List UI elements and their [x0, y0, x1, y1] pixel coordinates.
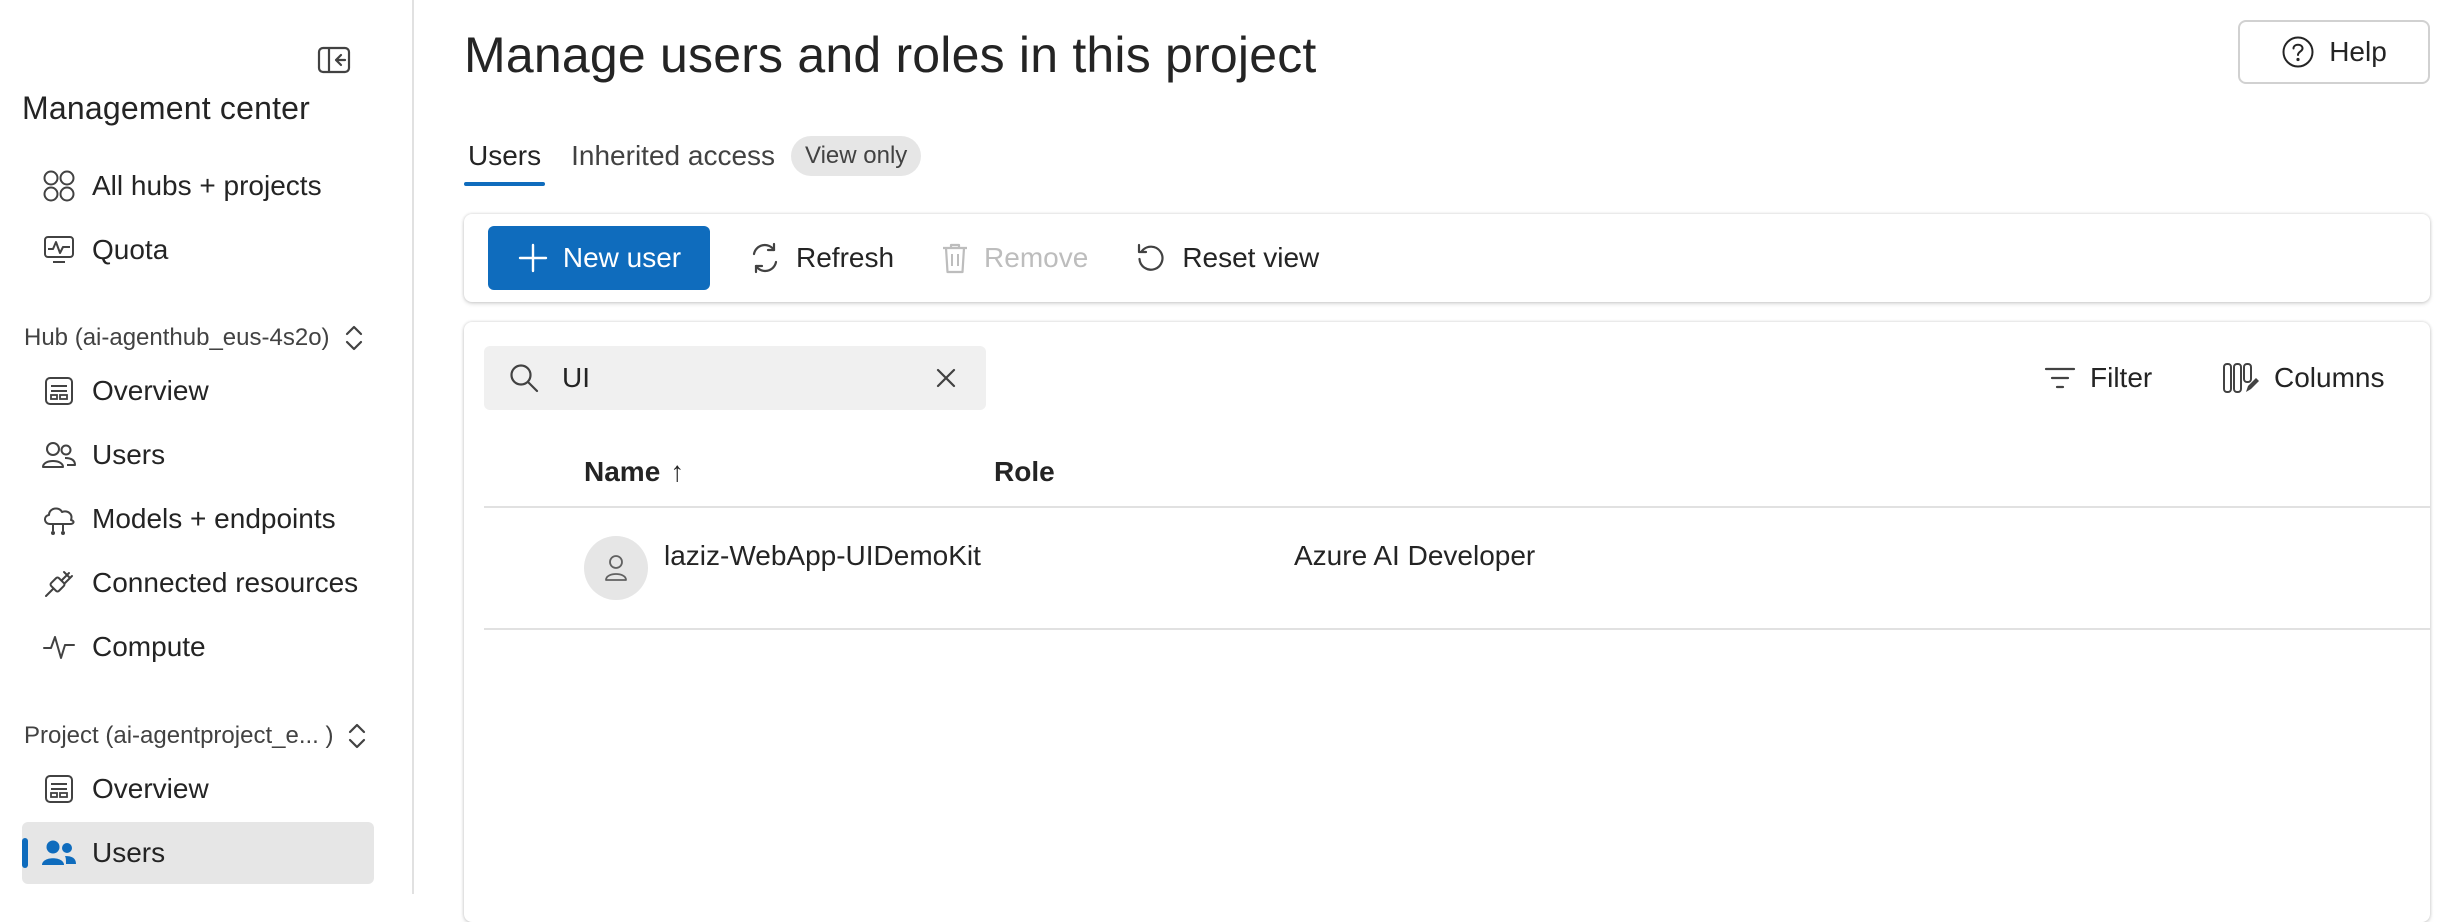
- sidebar-item-label: Overview: [92, 773, 209, 804]
- sidebar-item-all-hubs-projects[interactable]: All hubs + projects: [22, 155, 374, 217]
- collapse-panel-icon: [317, 46, 351, 74]
- tab-label: Inherited access: [571, 140, 776, 171]
- search-icon: [508, 361, 542, 395]
- filter-label: Filter: [2090, 362, 2153, 393]
- column-label: Role: [994, 456, 1055, 487]
- pulse-icon: [40, 628, 78, 666]
- filter-icon: [2044, 367, 2076, 389]
- tab-users[interactable]: Users: [464, 130, 546, 186]
- question-circle-icon: [2282, 36, 2314, 68]
- column-header-role[interactable]: Role: [994, 456, 1055, 488]
- sidebar-item-label: Quota: [92, 234, 169, 265]
- column-label: Name: [584, 456, 661, 487]
- page-title: Manage users and roles in this project: [464, 27, 1317, 83]
- project-section-title: Project (ai-agentproject_e... ): [24, 722, 334, 749]
- filter-button[interactable]: Filter: [2044, 352, 2152, 404]
- tab-inherited-access[interactable]: Inherited access View only: [567, 130, 925, 182]
- sidebar-title: Management center: [22, 90, 311, 126]
- column-header-name[interactable]: Name ↑: [584, 456, 684, 488]
- users-icon: [40, 834, 78, 872]
- plug-icon: [40, 564, 78, 602]
- remove-button[interactable]: Remove: [932, 226, 1096, 290]
- chevron-up-down-icon: [342, 322, 366, 354]
- sidebar-item-label: All hubs + projects: [92, 170, 322, 201]
- table-row[interactable]: laziz-WebApp-UIDemoKit Azure AI Develope…: [484, 510, 2430, 630]
- hub-section-title: Hub (ai-agenthub_eus-4s2o): [24, 324, 330, 351]
- sidebar-item-label: Users: [92, 837, 166, 868]
- tab-label: Users: [468, 140, 542, 171]
- columns-button[interactable]: Columns: [2222, 352, 2384, 404]
- person-icon: [605, 555, 627, 581]
- table-header: Name ↑ Role: [484, 438, 2430, 508]
- sidebar: Management center All hubs + projects Qu…: [0, 0, 414, 894]
- sidebar-item-hub-overview[interactable]: Overview: [22, 360, 374, 422]
- remove-label: Remove: [984, 242, 1089, 273]
- help-label: Help: [2329, 36, 2387, 67]
- help-button[interactable]: Help: [2238, 20, 2430, 84]
- search-input[interactable]: UI: [562, 362, 926, 394]
- sidebar-item-connected-resources[interactable]: Connected resources: [22, 552, 374, 614]
- sidebar-item-label: Connected resources: [92, 567, 359, 598]
- users-icon: [40, 436, 78, 474]
- sidebar-item-label: Users: [92, 439, 166, 470]
- sidebar-item-compute[interactable]: Compute: [22, 616, 374, 678]
- sidebar-item-label: Models + endpoints: [92, 503, 336, 534]
- sidebar-item-hub-users[interactable]: Users: [22, 424, 374, 486]
- columns-label: Columns: [2274, 362, 2385, 393]
- sidebar-item-label: Overview: [92, 375, 209, 406]
- sidebar-item-project-users[interactable]: Users: [22, 822, 374, 884]
- grid-icon: [40, 167, 78, 205]
- sort-ascending-icon: ↑: [670, 456, 685, 487]
- overview-icon: [40, 770, 78, 808]
- hub-section-header[interactable]: Hub (ai-agenthub_eus-4s2o): [24, 322, 366, 354]
- avatar: [584, 536, 648, 600]
- columns-edit-icon: [2223, 363, 2259, 393]
- cloud-icon: [40, 500, 78, 538]
- sidebar-item-project-overview[interactable]: Overview: [22, 758, 374, 820]
- clear-search-button[interactable]: [926, 358, 966, 398]
- plus-icon: [518, 243, 548, 273]
- tab-list: Users Inherited access View only: [464, 130, 925, 186]
- sidebar-item-models-endpoints[interactable]: Models + endpoints: [22, 488, 374, 550]
- role-cell: Azure AI Developer: [1294, 540, 1536, 571]
- refresh-button[interactable]: Refresh: [740, 226, 902, 290]
- close-icon: [936, 368, 956, 388]
- reset-icon: [1138, 243, 1164, 271]
- view-only-badge: View only: [791, 136, 922, 176]
- trash-icon: [943, 243, 968, 274]
- new-user-label: New user: [562, 242, 682, 273]
- quota-icon: [40, 231, 78, 269]
- new-user-button[interactable]: New user: [488, 226, 710, 290]
- collapse-sidebar-button[interactable]: [316, 44, 352, 76]
- project-section-header[interactable]: Project (ai-agentproject_e... ): [24, 720, 369, 752]
- chevron-up-down-icon: [345, 720, 369, 752]
- user-name-cell: laziz-WebApp-UIDemoKit: [664, 540, 981, 571]
- reset-view-label: Reset view: [1182, 242, 1320, 273]
- refresh-icon: [752, 242, 778, 274]
- sidebar-item-quota[interactable]: Quota: [22, 219, 374, 281]
- users-panel: UI Filter Columns Name ↑ Role laziz-WebA…: [464, 322, 2430, 922]
- overview-icon: [40, 372, 78, 410]
- reset-view-button[interactable]: Reset view: [1126, 226, 1327, 290]
- search-box[interactable]: UI: [484, 346, 986, 410]
- command-bar: New user Refresh Remove Reset view: [464, 214, 2430, 302]
- refresh-label: Refresh: [796, 242, 895, 273]
- sidebar-item-label: Compute: [92, 631, 206, 662]
